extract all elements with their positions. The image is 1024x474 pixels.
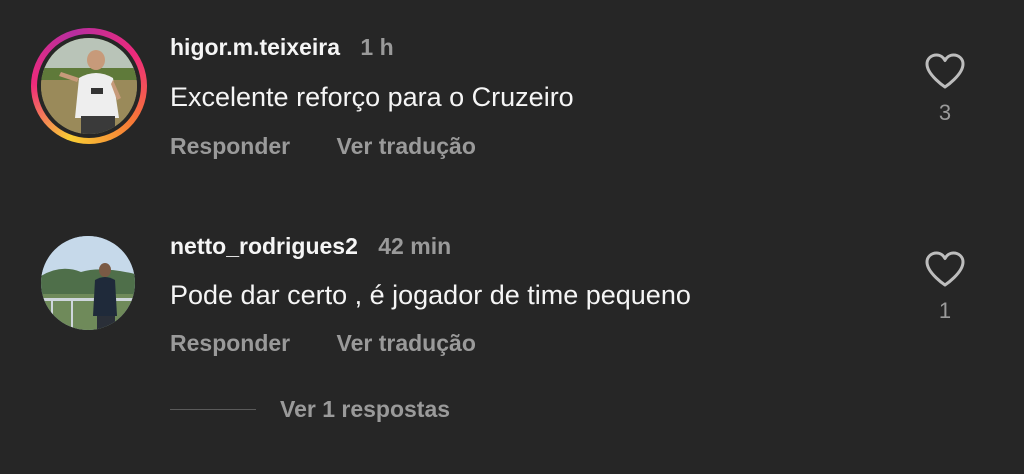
comment-text: Pode dar certo , é jogador de time peque… xyxy=(170,280,691,310)
like-control: 1 xyxy=(920,250,970,324)
heart-outline-icon[interactable] xyxy=(920,250,970,288)
comment-header: netto_rodrigues2 42 min xyxy=(170,233,451,260)
view-replies-label[interactable]: Ver 1 respostas xyxy=(280,396,450,423)
like-count: 3 xyxy=(938,100,952,125)
heart-outline-icon[interactable] xyxy=(920,52,970,90)
like-count: 1 xyxy=(938,298,952,323)
comment-item: higor.m.teixeira 1 h Excelente reforço p… xyxy=(0,0,1024,200)
comment-header: higor.m.teixeira 1 h xyxy=(170,34,394,61)
like-control: 3 xyxy=(920,52,970,126)
avatar[interactable] xyxy=(41,38,137,134)
username[interactable]: netto_rodrigues2 xyxy=(170,233,358,259)
comment-actions: Responder Ver tradução xyxy=(170,330,476,357)
comment-timestamp: 1 h xyxy=(360,34,394,60)
translate-button[interactable]: Ver tradução xyxy=(337,330,476,356)
avatar[interactable] xyxy=(41,236,135,330)
comment-actions: Responder Ver tradução xyxy=(170,133,476,160)
reply-button[interactable]: Responder xyxy=(170,133,290,159)
avatar-story-ring[interactable] xyxy=(31,28,147,144)
translate-button[interactable]: Ver tradução xyxy=(337,133,476,159)
reply-button[interactable]: Responder xyxy=(170,330,290,356)
username[interactable]: higor.m.teixeira xyxy=(170,34,340,60)
replies-divider xyxy=(170,409,256,410)
comment-text: Excelente reforço para o Cruzeiro xyxy=(170,82,574,112)
comment-timestamp: 42 min xyxy=(378,233,452,259)
